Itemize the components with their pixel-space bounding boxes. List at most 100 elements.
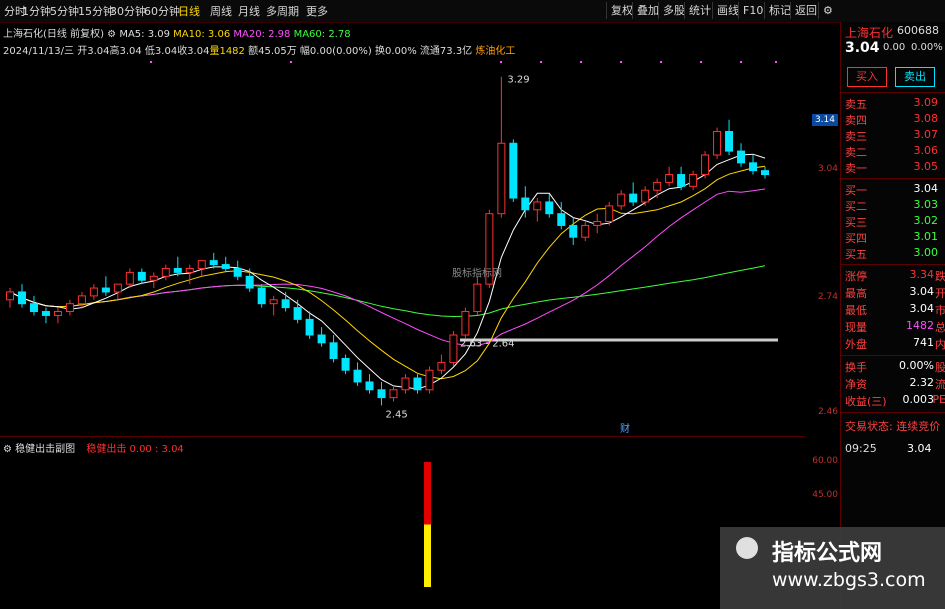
event-marker [700, 61, 702, 63]
period-tab[interactable]: 月线 [238, 3, 260, 19]
candle-body [521, 197, 530, 211]
stat-label: 换手 [845, 361, 867, 374]
bid-row[interactable]: 买一 3.04 [845, 182, 945, 198]
bid-price: 3.04 [913, 182, 939, 195]
candle-body [641, 189, 650, 203]
candle-body [557, 213, 566, 226]
price-tick: 2.46 [817, 407, 838, 417]
divider [841, 355, 945, 356]
stat-label: 现量 [845, 321, 867, 334]
period-tab[interactable]: 周线 [210, 3, 232, 19]
settings-icon[interactable]: ⚙ [818, 2, 837, 19]
candle-body [17, 291, 26, 305]
settings-icon[interactable]: ⚙ [107, 29, 116, 40]
candle-body [401, 377, 410, 391]
period-tab[interactable]: 日线 [178, 3, 200, 19]
candle-body [137, 271, 146, 281]
candle-body [6, 291, 14, 301]
price-tick: 3.04 [817, 164, 838, 174]
candle-body [281, 299, 290, 309]
candle-body [389, 389, 398, 399]
candle-body [113, 283, 122, 293]
candle-body [449, 334, 458, 363]
ask-label: 卖三 [845, 130, 867, 143]
stat-suffix: 股 [935, 361, 945, 374]
bid-row[interactable]: 买三 3.02 [845, 214, 945, 230]
candle-body [413, 377, 422, 391]
ask-row[interactable]: 卖二 3.06 [845, 144, 945, 160]
candle-body [497, 142, 506, 215]
sell-button[interactable]: 卖出 [895, 67, 935, 87]
quote-panel: 上海石化 600688 3.04 0.00 0.00% 买入 卖出 卖五 3.09 卖四 3.08 卖… [840, 22, 945, 609]
ask-label: 卖四 [845, 114, 867, 127]
bid-label: 买一 [845, 184, 867, 197]
period-tab[interactable]: 1分钟 [22, 3, 51, 19]
period-tab[interactable]: 5分钟 [50, 3, 79, 19]
signal-bar-yellow [424, 524, 431, 587]
candle-body [689, 174, 698, 187]
candle-body [509, 142, 518, 199]
candle-body [701, 154, 710, 176]
stat-suffix: 开 [935, 287, 945, 300]
bid-price: 3.02 [913, 214, 939, 227]
ask-row[interactable]: 卖五 3.09 [845, 96, 945, 112]
tick-price: 3.04 [907, 442, 932, 455]
buy-button[interactable]: 买入 [847, 67, 887, 87]
candle-body [725, 131, 734, 152]
stat-value: 3.04 [909, 285, 935, 298]
bid-price: 3.01 [913, 230, 939, 243]
signal-bar-red [424, 462, 431, 525]
candle-body [53, 311, 62, 316]
candle-body [305, 318, 314, 336]
candle-body [569, 224, 578, 238]
stat-suffix: 市 [935, 304, 945, 317]
candle-body [221, 264, 230, 269]
toolbar-button[interactable]: 返回 [790, 2, 821, 19]
ask-row[interactable]: 卖四 3.08 [845, 112, 945, 128]
stat-label: 收益(三) [845, 395, 887, 408]
toolbar-button[interactable]: 统计 [684, 2, 715, 19]
bid-row[interactable]: 买四 3.01 [845, 230, 945, 246]
watermark-title: 指标公式网 [772, 541, 883, 566]
watermark-url: www.zbgs3.com [772, 569, 926, 591]
ma5-line [9, 153, 766, 390]
ask-row[interactable]: 卖一 3.05 [845, 160, 945, 176]
stat-label: 外盘 [845, 338, 867, 351]
divider [841, 92, 945, 93]
ask-row[interactable]: 卖三 3.07 [845, 128, 945, 144]
period-tab[interactable]: 30分钟 [110, 3, 146, 19]
price-axis: 3.14 3.04 2.74 2.46 60.00 45.00 [805, 22, 840, 609]
bid-row[interactable]: 买二 3.03 [845, 198, 945, 214]
ma20-line [9, 188, 766, 347]
sub-indicator-chart[interactable] [0, 452, 805, 607]
event-marker [775, 61, 777, 63]
period-tab[interactable]: 更多 [306, 3, 328, 19]
period-tab[interactable]: 多周期 [266, 3, 299, 19]
ask-price: 3.06 [913, 144, 939, 157]
price-tick: 2.74 [817, 292, 838, 302]
period-tab[interactable]: 60分钟 [144, 3, 180, 19]
toolbar-button[interactable]: F10 [738, 2, 767, 19]
ask-price: 3.07 [913, 128, 939, 141]
trade-status: 交易状态: 连续竞价 [845, 420, 941, 433]
ma5-label: MA5: 3.09 [119, 29, 170, 40]
candle-body [677, 174, 686, 187]
event-marker [580, 61, 582, 63]
stat-value: 3.34 [909, 268, 935, 281]
event-marker [290, 61, 292, 63]
period-tab[interactable]: 15分钟 [78, 3, 114, 19]
candle-body [473, 283, 482, 313]
candle-body [437, 361, 446, 371]
bid-row[interactable]: 买五 3.00 [845, 246, 945, 262]
stock-code: 600688 [897, 24, 939, 37]
stat-value: 1482 [906, 319, 934, 332]
stat-row: 净资 2.32 流 [845, 376, 945, 392]
stat-label: 净资 [845, 378, 867, 391]
candle-body [341, 357, 350, 371]
candle-body [161, 267, 170, 277]
candle-body [233, 267, 242, 277]
chart-watermark-text: 股标指标网 [452, 266, 502, 279]
candlestick-chart[interactable]: 3.29 2.45 2.63 - 2.64 股标指标网财 [0, 55, 805, 435]
candle-body [617, 193, 626, 207]
candle-body [581, 224, 590, 238]
